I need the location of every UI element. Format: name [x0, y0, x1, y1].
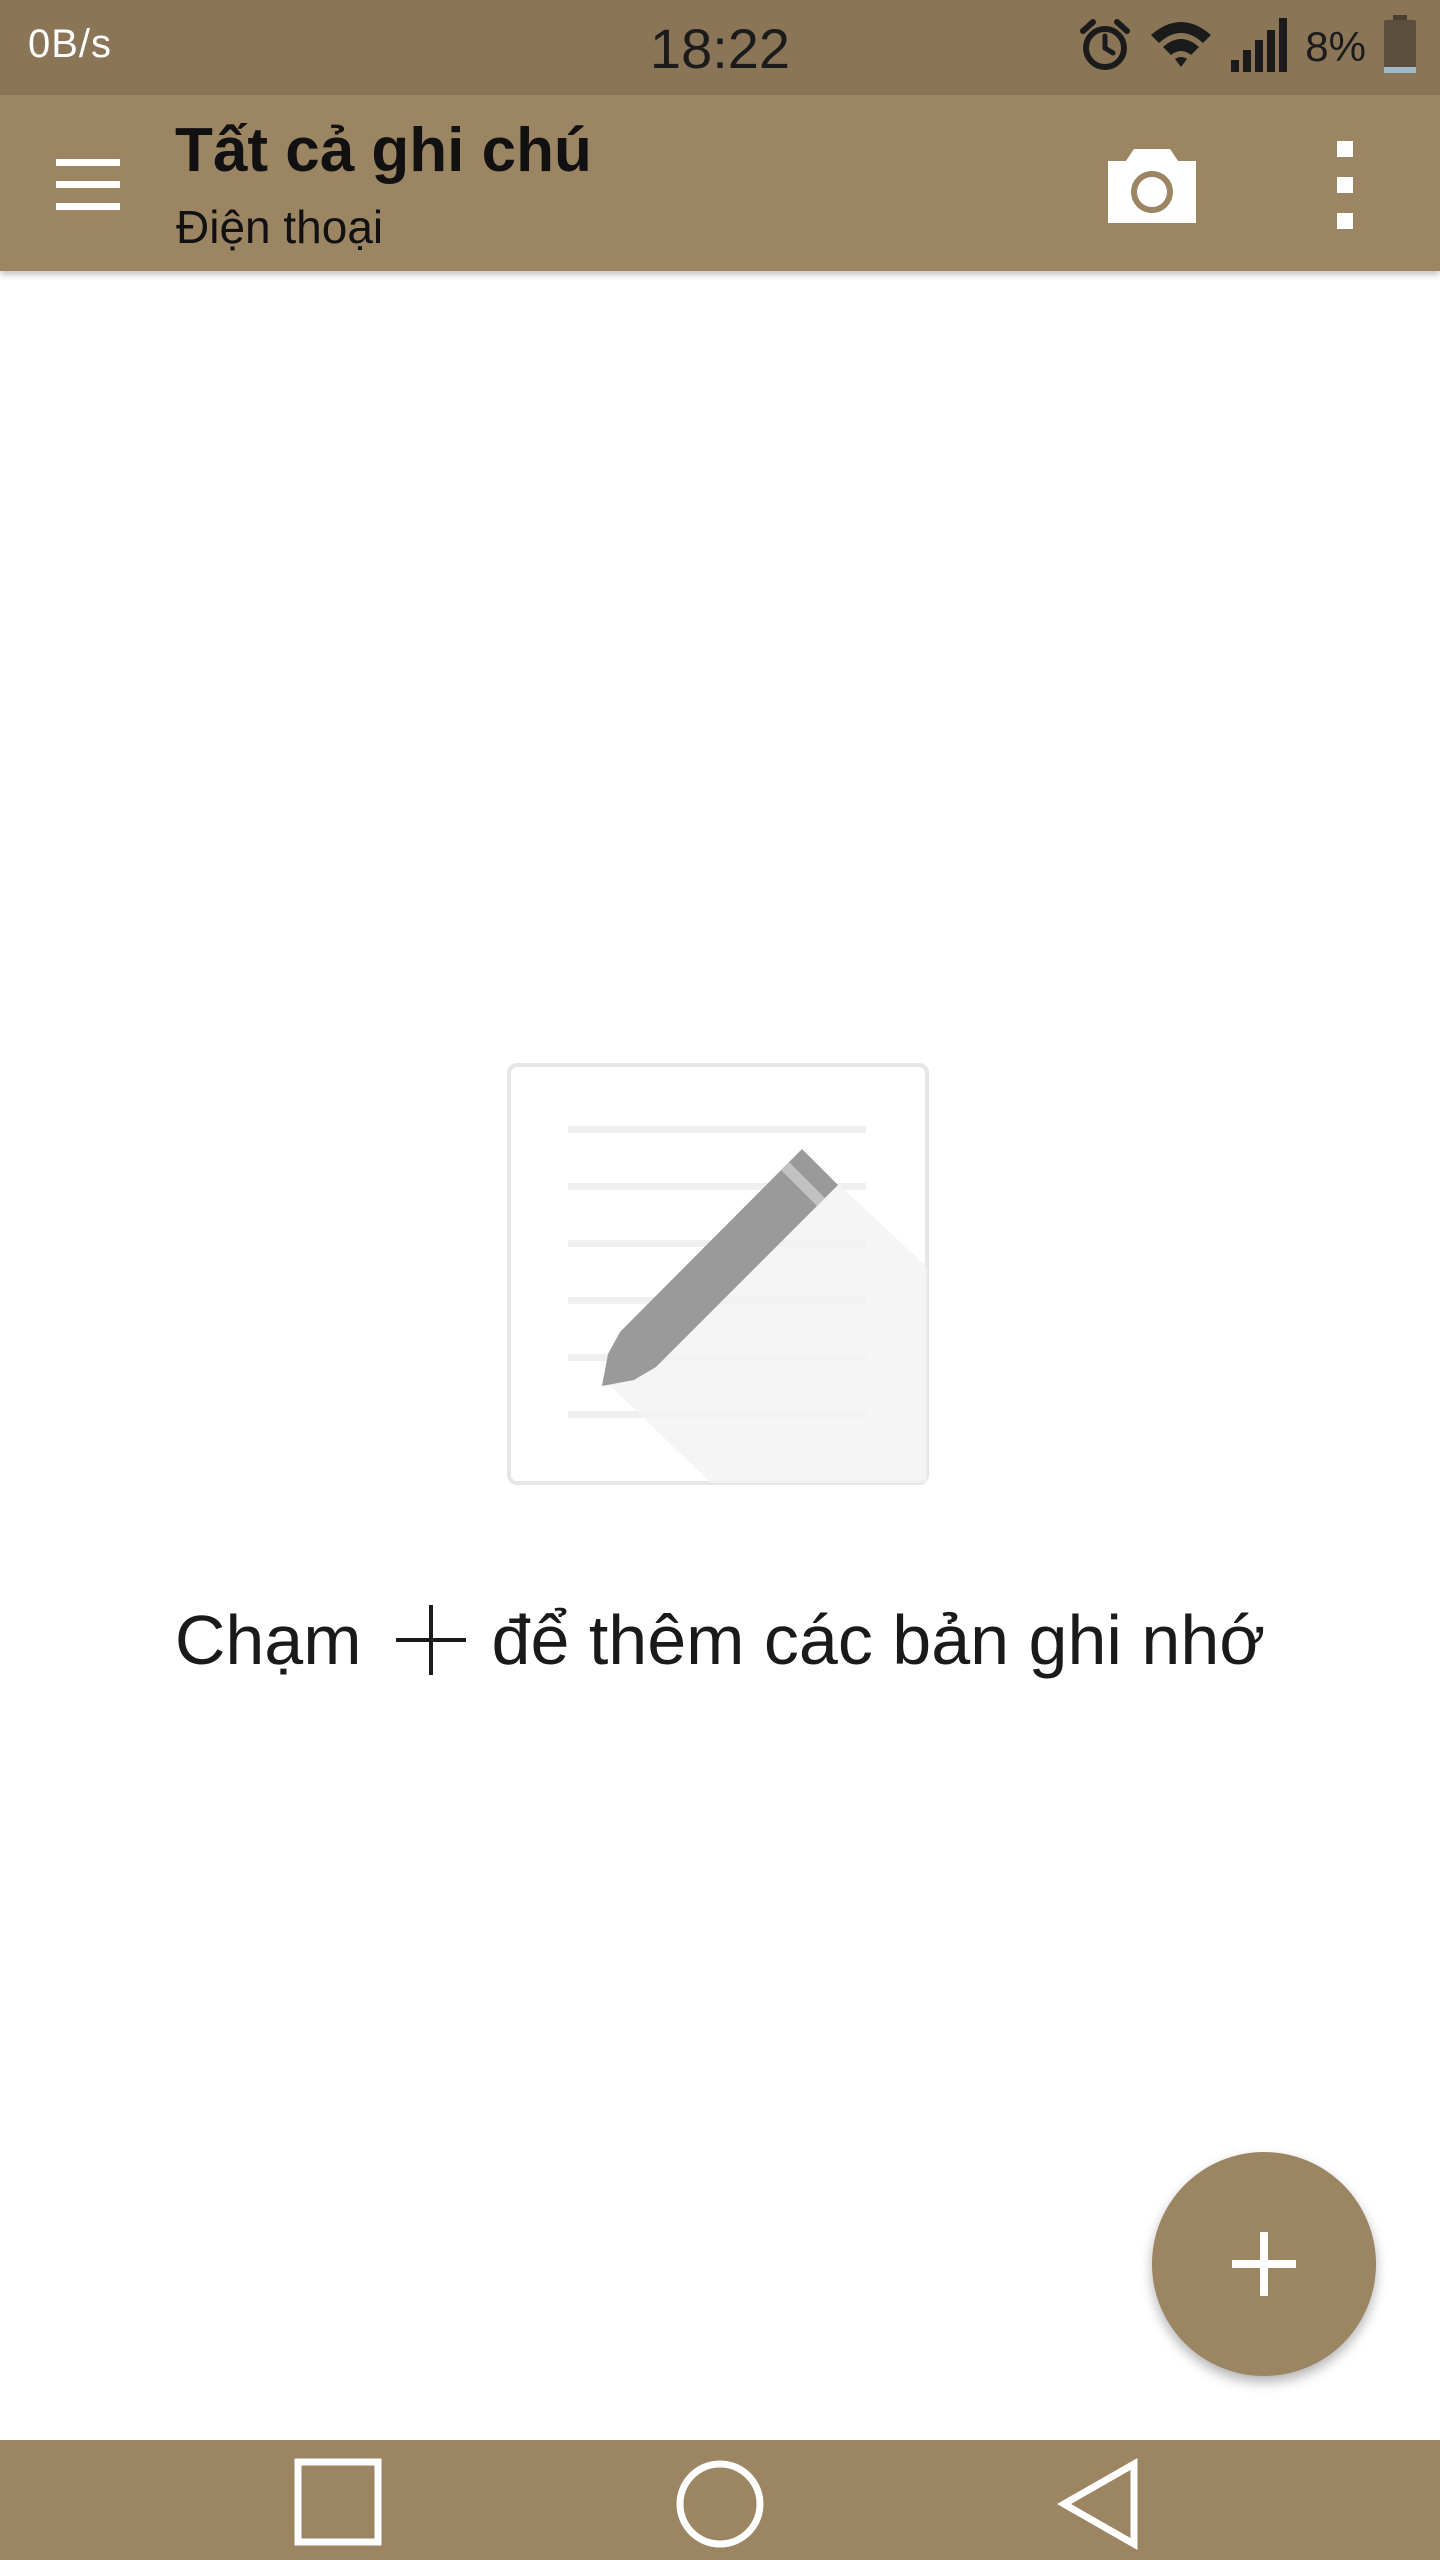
empty-message-after: để thêm các bản ghi nhớ	[491, 1601, 1266, 1679]
battery-icon	[1382, 14, 1418, 80]
signal-icon	[1229, 16, 1289, 79]
battery-percent: 8%	[1305, 23, 1366, 70]
menu-button[interactable]	[40, 145, 136, 225]
wifi-icon	[1149, 17, 1213, 78]
overflow-menu-button[interactable]	[1322, 135, 1368, 235]
alarm-icon	[1077, 17, 1133, 78]
camera-icon	[1108, 149, 1196, 223]
plus-icon	[1232, 2232, 1296, 2296]
recents-icon	[294, 2458, 382, 2546]
plus-icon	[392, 1601, 470, 1679]
note-pencil-illustration	[506, 1062, 930, 1486]
back-icon	[1056, 2457, 1138, 2551]
app-bar: Tất cả ghi chú Điện thoại	[0, 95, 1440, 271]
empty-state-message: Chạm để thêm các bản ghi nhớ	[0, 1600, 1440, 1680]
back-button[interactable]	[1052, 2456, 1148, 2552]
empty-message-before: Chạm	[174, 1601, 362, 1679]
camera-button[interactable]	[1100, 137, 1204, 233]
home-icon	[676, 2460, 764, 2548]
navigation-bar	[0, 2440, 1440, 2560]
overflow-menu-icon	[1337, 141, 1353, 229]
menu-icon	[56, 159, 120, 210]
status-icons: 8%	[1077, 14, 1418, 80]
add-note-button[interactable]	[1152, 2152, 1376, 2376]
status-bar: 0B/s 18:22 8%	[0, 0, 1440, 95]
page-title: Tất cả ghi chú	[175, 116, 592, 185]
home-button[interactable]	[672, 2456, 768, 2552]
page-subtitle[interactable]: Điện thoại	[176, 200, 383, 254]
recents-button[interactable]	[292, 2456, 388, 2552]
